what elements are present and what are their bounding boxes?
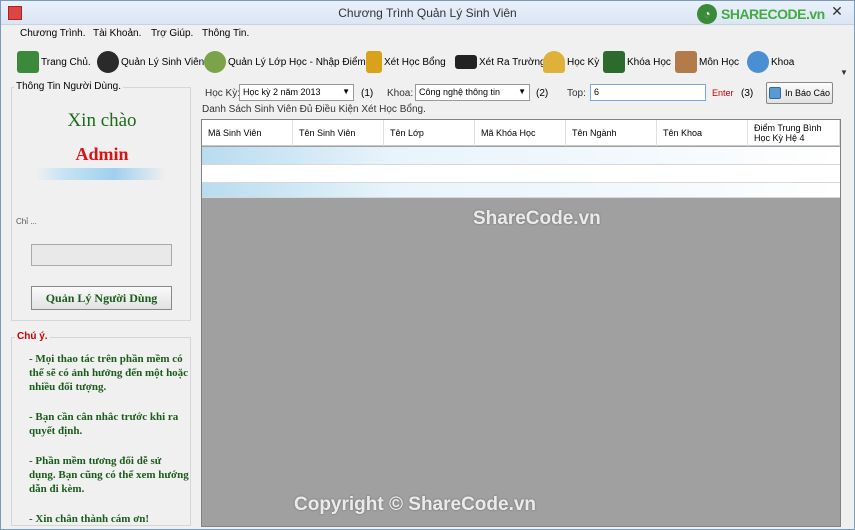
- column-header[interactable]: Mã Sinh Viên: [202, 120, 293, 146]
- decorative-glow: [36, 168, 166, 180]
- toolbar-label: Quản Lý Lớp Học - Nhập Điểm.: [228, 56, 369, 68]
- brand-logo: ◔ SHARECODE.vn: [697, 4, 825, 24]
- note-item: - Mọi thao tác trên phần mềm có thể sẽ c…: [29, 353, 189, 393]
- print-report-button[interactable]: In Báo Cáo: [766, 82, 833, 104]
- students-grid[interactable]: Mã Sinh Viên Tên Sinh Viên Tên Lớp Mã Kh…: [201, 119, 841, 527]
- faculty-label: Khoa:: [387, 88, 414, 99]
- toolbar: Trang Chủ. Quản Lý Sinh Viên. Quản Lý Lớ…: [2, 46, 854, 78]
- toolbar-label: Khoa: [771, 56, 795, 68]
- user-info-group: Thông Tin Người Dùng. Xin chào Admin Chỉ…: [11, 81, 191, 321]
- grad-cap-icon: [455, 55, 477, 69]
- manage-users-button[interactable]: Quản Lý Người Dùng: [31, 286, 172, 310]
- chevron-down-icon: ▼: [518, 87, 526, 96]
- print-report-label: In Báo Cáo: [784, 88, 831, 98]
- title-bar: Chương Trình Quản Lý Sinh Viên ◔ SHARECO…: [1, 1, 854, 25]
- column-header[interactable]: Tên Sinh Viên: [293, 120, 384, 146]
- left-panel: Thông Tin Người Dùng. Xin chào Admin Chỉ…: [11, 81, 191, 526]
- toolbar-label: Học Kỳ: [567, 56, 600, 68]
- menu-item-help[interactable]: Trợ Giúp.: [151, 28, 193, 39]
- semester-step: (1): [361, 88, 374, 99]
- grid-body: [202, 147, 840, 526]
- printer-icon: [768, 87, 781, 99]
- toolbar-scholarship-button[interactable]: Xét Học Bổng: [366, 48, 446, 76]
- note-title: Chú ý.: [15, 331, 50, 342]
- toolbar-graduation-button[interactable]: Xét Ra Trường: [455, 48, 546, 76]
- column-header[interactable]: Tên Ngành: [566, 120, 657, 146]
- menu-item-program[interactable]: Chương Trình.: [20, 28, 86, 39]
- toolbar-label: Xét Ra Trường: [479, 56, 546, 68]
- menu-item-account[interactable]: Tài Khoản.: [93, 28, 141, 39]
- toolbar-label: Khóa Học: [627, 56, 671, 68]
- user-detail-field: [31, 244, 172, 266]
- atom-icon: [747, 51, 769, 73]
- toolbar-label: Xét Học Bổng: [384, 56, 446, 68]
- semester-select[interactable]: Học kỳ 2 năm 2013 ▼: [239, 84, 354, 101]
- people-icon: [204, 51, 226, 73]
- sharecode-icon: ◔: [697, 4, 717, 24]
- blackboard-icon: [603, 51, 625, 73]
- grid-header: Mã Sinh Viên Tên Sinh Viên Tên Lớp Mã Kh…: [202, 120, 840, 146]
- graduate-icon: [97, 51, 119, 73]
- semester-value: Học kỳ 2 năm 2013: [243, 87, 321, 97]
- table-row[interactable]: [202, 183, 840, 198]
- note-group: Chú ý. - Mọi thao tác trên phần mềm có t…: [11, 331, 191, 526]
- books-icon: [675, 51, 697, 73]
- user-info-title: Thông Tin Người Dùng.: [14, 81, 123, 92]
- toolbar-subject-button[interactable]: Môn Học: [675, 48, 739, 76]
- column-header[interactable]: Điểm Trung Bình Học Kỳ Hệ 4: [748, 120, 840, 146]
- main-window: Chương Trình Quản Lý Sinh Viên ◔ SHARECO…: [0, 0, 855, 530]
- top-step: (3): [741, 88, 754, 99]
- table-row[interactable]: [202, 147, 840, 165]
- menu-bar: Chương Trình. Tài Khoản. Trợ Giúp. Thông…: [2, 26, 854, 44]
- toolbar-home-button[interactable]: Trang Chủ.: [17, 48, 91, 76]
- toolbar-course-button[interactable]: Khóa Học: [603, 48, 671, 76]
- toolbar-classes-button[interactable]: Quản Lý Lớp Học - Nhập Điểm.: [204, 48, 369, 76]
- toolbar-label: Quản Lý Sinh Viên.: [121, 56, 207, 68]
- faculty-select[interactable]: Công nghệ thông tin ▼: [415, 84, 530, 101]
- column-header[interactable]: Tên Lớp: [384, 120, 475, 146]
- toolbar-faculty-button[interactable]: Khoa: [747, 48, 794, 76]
- close-button[interactable]: ✕: [826, 3, 848, 21]
- note-item: - Phần mềm tương đối dễ sử dụng. Bạn cũn…: [29, 455, 189, 495]
- chevron-down-icon: ▼: [342, 87, 350, 96]
- semester-label: Học Kỳ:: [205, 88, 241, 99]
- enter-hint: Enter: [712, 88, 734, 98]
- toolbar-semester-button[interactable]: Học Kỳ: [543, 48, 599, 76]
- toolbar-students-button[interactable]: Quản Lý Sinh Viên.: [97, 48, 207, 76]
- watermark-bottom: Copyright © ShareCode.vn: [294, 494, 537, 515]
- home-icon: [17, 51, 39, 73]
- toolbar-overflow-icon[interactable]: ▼: [840, 68, 848, 77]
- note-item: - Xin chân thành cám ơn!: [29, 513, 150, 525]
- info-line: Chỉ ...: [16, 217, 37, 226]
- faculty-step: (2): [536, 88, 549, 99]
- top-input[interactable]: 6: [590, 84, 706, 101]
- welcome-text: Xin chào: [67, 110, 137, 131]
- column-header[interactable]: Mã Khóa Học: [475, 120, 566, 146]
- watermark-center: ShareCode.vn: [473, 208, 601, 229]
- bell-icon: [543, 51, 565, 73]
- brand-text: SHARECODE.vn: [721, 6, 825, 22]
- toolbar-label: Trang Chủ.: [41, 56, 91, 68]
- column-header[interactable]: Tên Khoa: [657, 120, 748, 146]
- faculty-value: Công nghệ thông tin: [419, 87, 501, 97]
- table-row[interactable]: [202, 165, 840, 183]
- username-text: Admin: [75, 144, 129, 164]
- top-label: Top:: [567, 88, 586, 99]
- menu-item-info[interactable]: Thông Tin.: [202, 28, 249, 39]
- note-item: - Bạn cần cân nhắc trước khi ra quyết đị…: [29, 411, 179, 437]
- grid-title: Danh Sách Sinh Viên Đủ Điều Kiện Xét Học…: [202, 104, 426, 115]
- toolbar-label: Môn Học: [699, 56, 740, 68]
- trophy-icon: [366, 51, 382, 73]
